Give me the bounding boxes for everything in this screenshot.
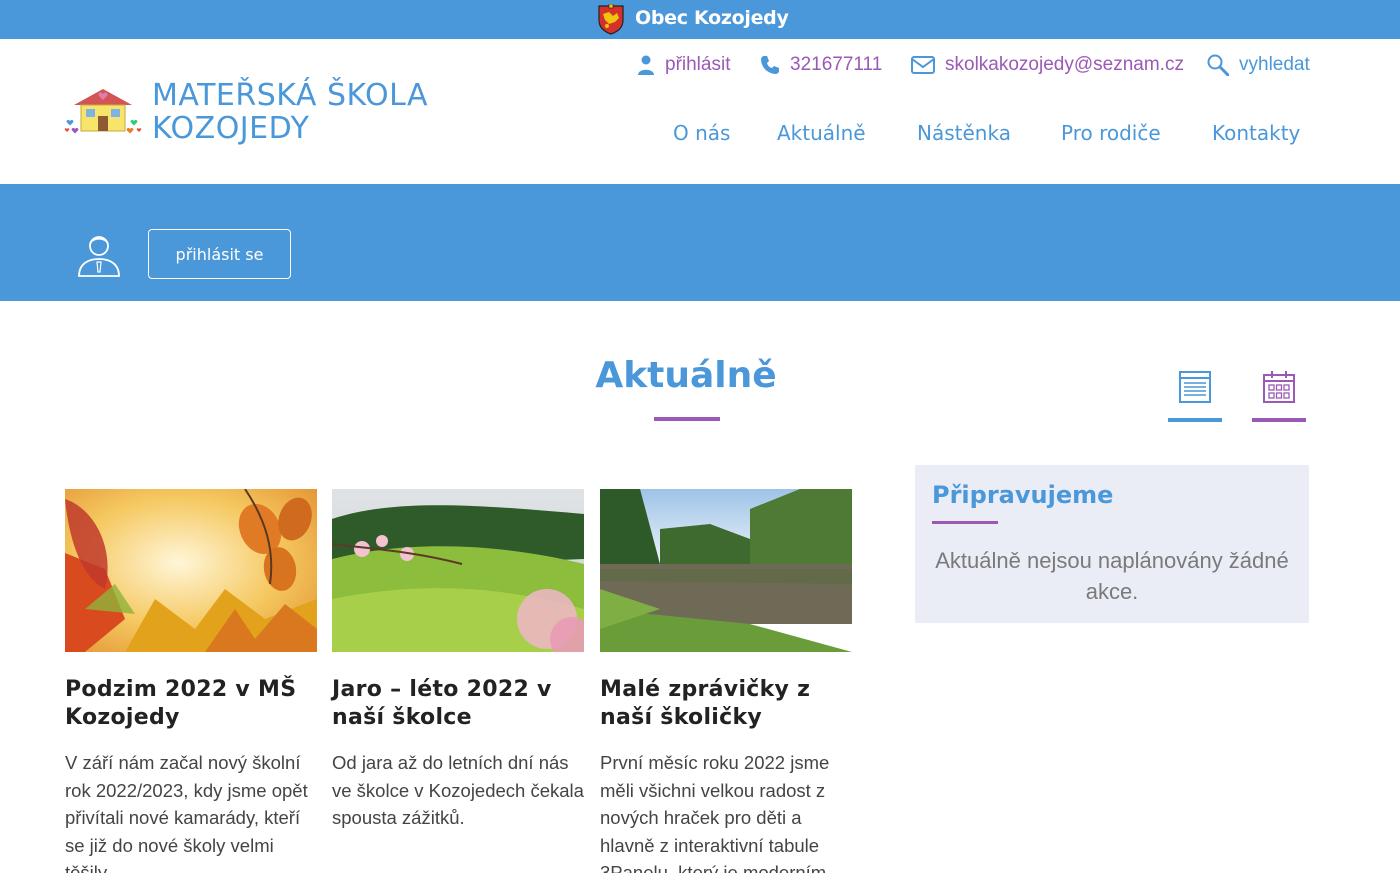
search-label: vyhledat [1239, 54, 1310, 75]
login-button[interactable]: přihlásit se [148, 229, 291, 279]
logo-line-1: MATEŘSKÁ ŠKOLA [152, 78, 429, 113]
email-address: skolkakozojedy@seznam.cz [945, 54, 1184, 75]
article-title[interactable]: Malé zprávičky z naší školičky [600, 676, 852, 732]
upcoming-events-title: Připravujeme [932, 481, 1114, 509]
logo-house-icon[interactable] [64, 85, 142, 137]
article-image-autumn-leaves[interactable] [65, 489, 317, 652]
nav-item-nastenka[interactable]: Nástěnka [917, 121, 1011, 145]
list-view-button[interactable] [1168, 368, 1222, 422]
site-header: MATEŘSKÁ ŠKOLA KOZOJEDY přihlásit 321677… [0, 39, 1400, 184]
user-icon [638, 55, 654, 75]
article-excerpt: První měsíc roku 2022 jsme měli všichni … [600, 752, 830, 873]
search-link[interactable]: vyhledat [1207, 53, 1310, 77]
article-excerpt: V září nám začal nový školní rok 2022/20… [65, 752, 308, 873]
title-underline [654, 417, 720, 421]
article-title[interactable]: Podzim 2022 v MŠ Kozojedy [65, 676, 317, 732]
login-link-label: přihlásit [665, 54, 731, 75]
envelope-icon [911, 56, 935, 74]
page-title: Aktuálně [595, 355, 777, 396]
site-logo-text[interactable]: MATEŘSKÁ ŠKOLA KOZOJEDY [152, 79, 428, 145]
list-view-indicator [1168, 418, 1222, 422]
article-image-spring-meadow[interactable] [332, 489, 584, 652]
municipality-bar: Obec Kozojedy [0, 0, 1400, 39]
nav-item-pro-rodice[interactable]: Pro rodiče [1061, 121, 1161, 145]
article-card[interactable]: Malé zprávičky z naší školičky První měs… [600, 489, 852, 873]
article-image-pond[interactable] [600, 489, 852, 652]
upcoming-events-panel: Připravujeme Aktuálně nejsou naplánovány… [915, 465, 1309, 623]
municipality-crest-icon [598, 4, 624, 35]
list-view-icon [1179, 371, 1211, 403]
login-band: přihlásit se [0, 184, 1400, 301]
login-link[interactable]: přihlásit [637, 53, 730, 77]
phone-number: 321677111 [790, 54, 883, 75]
article-title[interactable]: Jaro – léto 2022 v naší školce [332, 676, 584, 732]
calendar-view-button[interactable] [1252, 368, 1306, 422]
article-card[interactable]: Podzim 2022 v MŠ Kozojedy V září nám zač… [65, 489, 317, 873]
phone-link[interactable]: 321677111 [760, 53, 882, 77]
article-card[interactable]: Jaro – léto 2022 v naší školce Od jara a… [332, 489, 584, 832]
logo-line-2: KOZOJEDY [152, 111, 310, 146]
search-icon [1207, 54, 1229, 76]
nav-item-aktualne[interactable]: Aktuálně [777, 121, 866, 145]
person-outline-icon [78, 236, 120, 277]
nav-item-kontakty[interactable]: Kontakty [1212, 121, 1300, 145]
article-excerpt: Od jara až do letních dní nás ve školce … [332, 752, 584, 828]
email-link[interactable]: skolkakozojedy@seznam.cz [911, 53, 1184, 77]
municipality-link[interactable]: Obec Kozojedy [635, 7, 789, 29]
nav-item-o-nas[interactable]: O nás [673, 121, 730, 145]
calendar-icon [1263, 371, 1295, 403]
phone-icon [761, 56, 779, 74]
upcoming-events-underline [932, 521, 998, 524]
calendar-view-indicator [1252, 418, 1306, 422]
no-events-message: Aktuálně nejsou naplánovány žádné akce. [935, 548, 1289, 604]
